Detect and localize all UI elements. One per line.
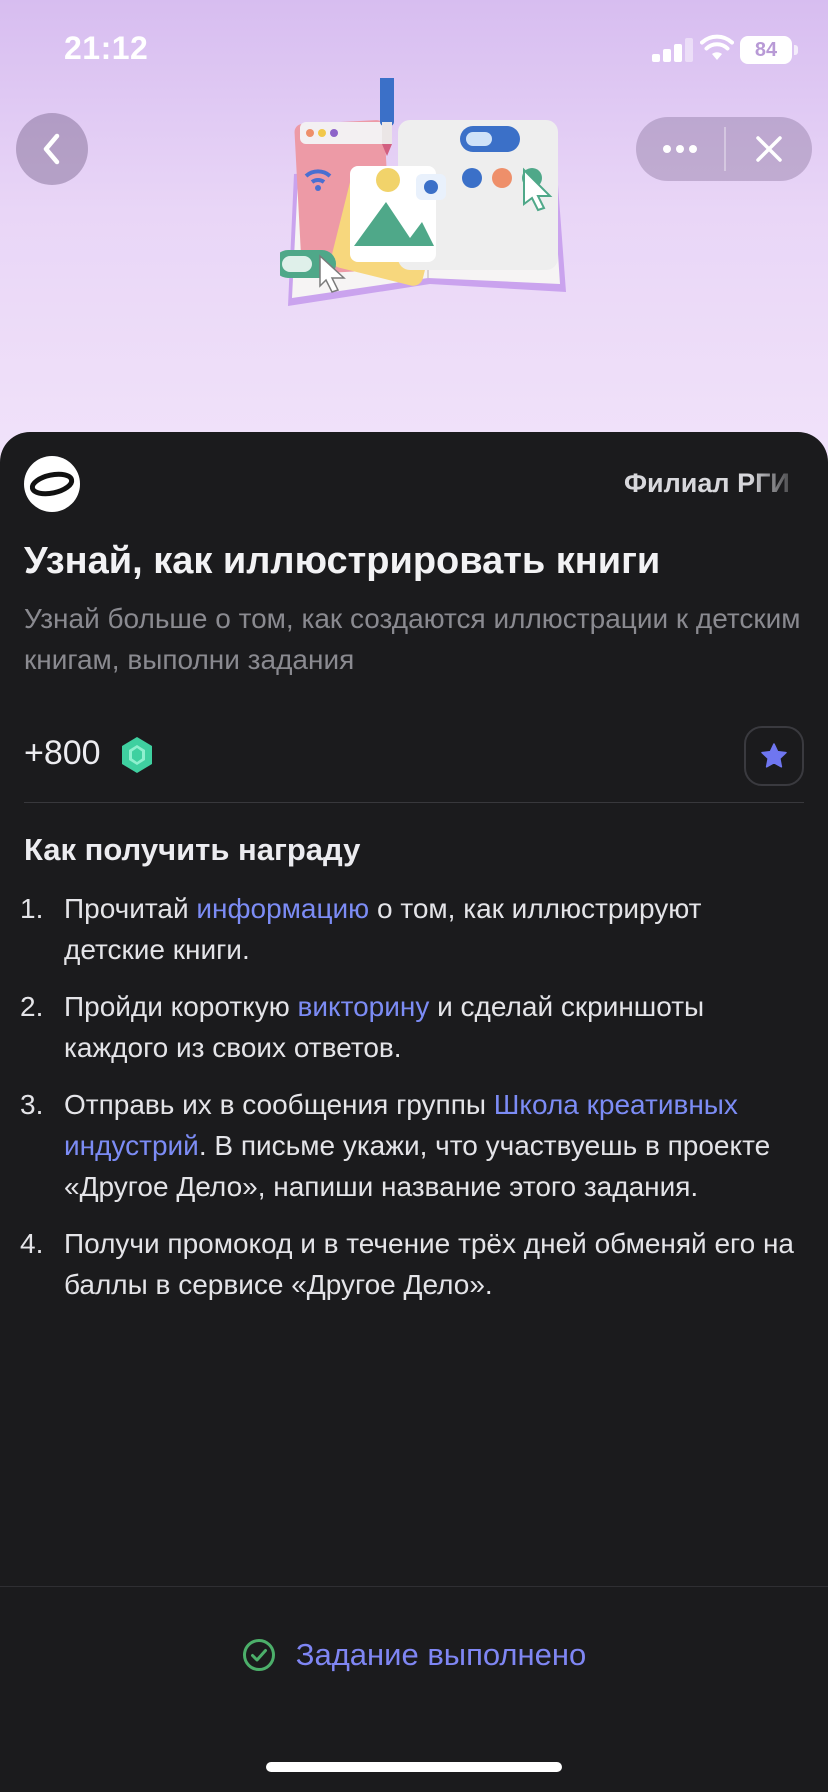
favorite-button[interactable] <box>744 726 804 786</box>
task-status: Задание выполнено <box>0 1630 828 1680</box>
more-button[interactable] <box>636 117 724 181</box>
signal-icon <box>652 38 696 62</box>
step-item: 3. Отправь их в сообщения группы Школа к… <box>0 1084 828 1207</box>
more-horizontal-icon <box>663 145 697 153</box>
steps-list: 1. Прочитай информацию о том, как иллюст… <box>0 888 828 1321</box>
step-item: 1. Прочитай информацию о том, как иллюст… <box>0 888 828 970</box>
task-screen: 21:12 84 Филиал РГИ Узнай, как иллюстрир… <box>0 0 828 1792</box>
step-text: Отправь их в сообщения группы <box>64 1089 494 1120</box>
star-icon <box>761 743 787 768</box>
quiz-link[interactable]: викторину <box>298 991 430 1022</box>
battery-indicator: 84 <box>740 36 798 64</box>
check-circle-icon <box>242 1639 275 1671</box>
step-number: 1. <box>20 893 44 924</box>
gem-icon <box>122 737 152 773</box>
hero-banner: 21:12 84 <box>0 0 828 470</box>
task-title: Узнай, как иллюстрировать книги <box>24 540 661 582</box>
org-logo-icon <box>28 460 76 508</box>
step-number: 4. <box>20 1228 44 1259</box>
step-number: 2. <box>20 991 44 1022</box>
step-number: 3. <box>20 1089 44 1120</box>
task-card: Филиал РГИ Узнай, как иллюстрировать кни… <box>0 432 828 1792</box>
step-item: 4. Получи промокод и в течение трёх дней… <box>0 1223 828 1305</box>
close-button[interactable] <box>726 117 812 181</box>
task-status-label: Задание выполнено <box>295 1637 587 1672</box>
how-to-title: Как получить награду <box>24 832 361 867</box>
close-icon <box>756 136 782 162</box>
footer-divider <box>0 1586 828 1587</box>
home-indicator[interactable] <box>266 1762 562 1772</box>
step-text: Прочитай <box>64 893 197 924</box>
status-time: 21:12 <box>64 30 149 66</box>
back-button[interactable] <box>16 113 88 185</box>
top-right-controls <box>636 117 812 181</box>
step-text: Получи промокод и в течение трёх дней об… <box>64 1228 794 1300</box>
chevron-left-icon <box>43 133 60 165</box>
step-item: 2. Пройди короткую викторину и сделай ск… <box>0 986 828 1068</box>
info-link[interactable]: информацию <box>196 893 369 924</box>
reward-row: +800 <box>24 726 804 786</box>
task-subtitle: Узнай больше о том, как создаются иллюст… <box>24 603 801 675</box>
org-name[interactable]: Филиал РГИ <box>624 468 804 499</box>
wifi-icon <box>700 34 734 60</box>
org-logo[interactable] <box>24 456 80 512</box>
step-text: Пройди короткую <box>64 991 298 1022</box>
reward-points: +800 <box>24 734 101 772</box>
divider <box>24 802 804 803</box>
illustration-image <box>280 78 566 306</box>
